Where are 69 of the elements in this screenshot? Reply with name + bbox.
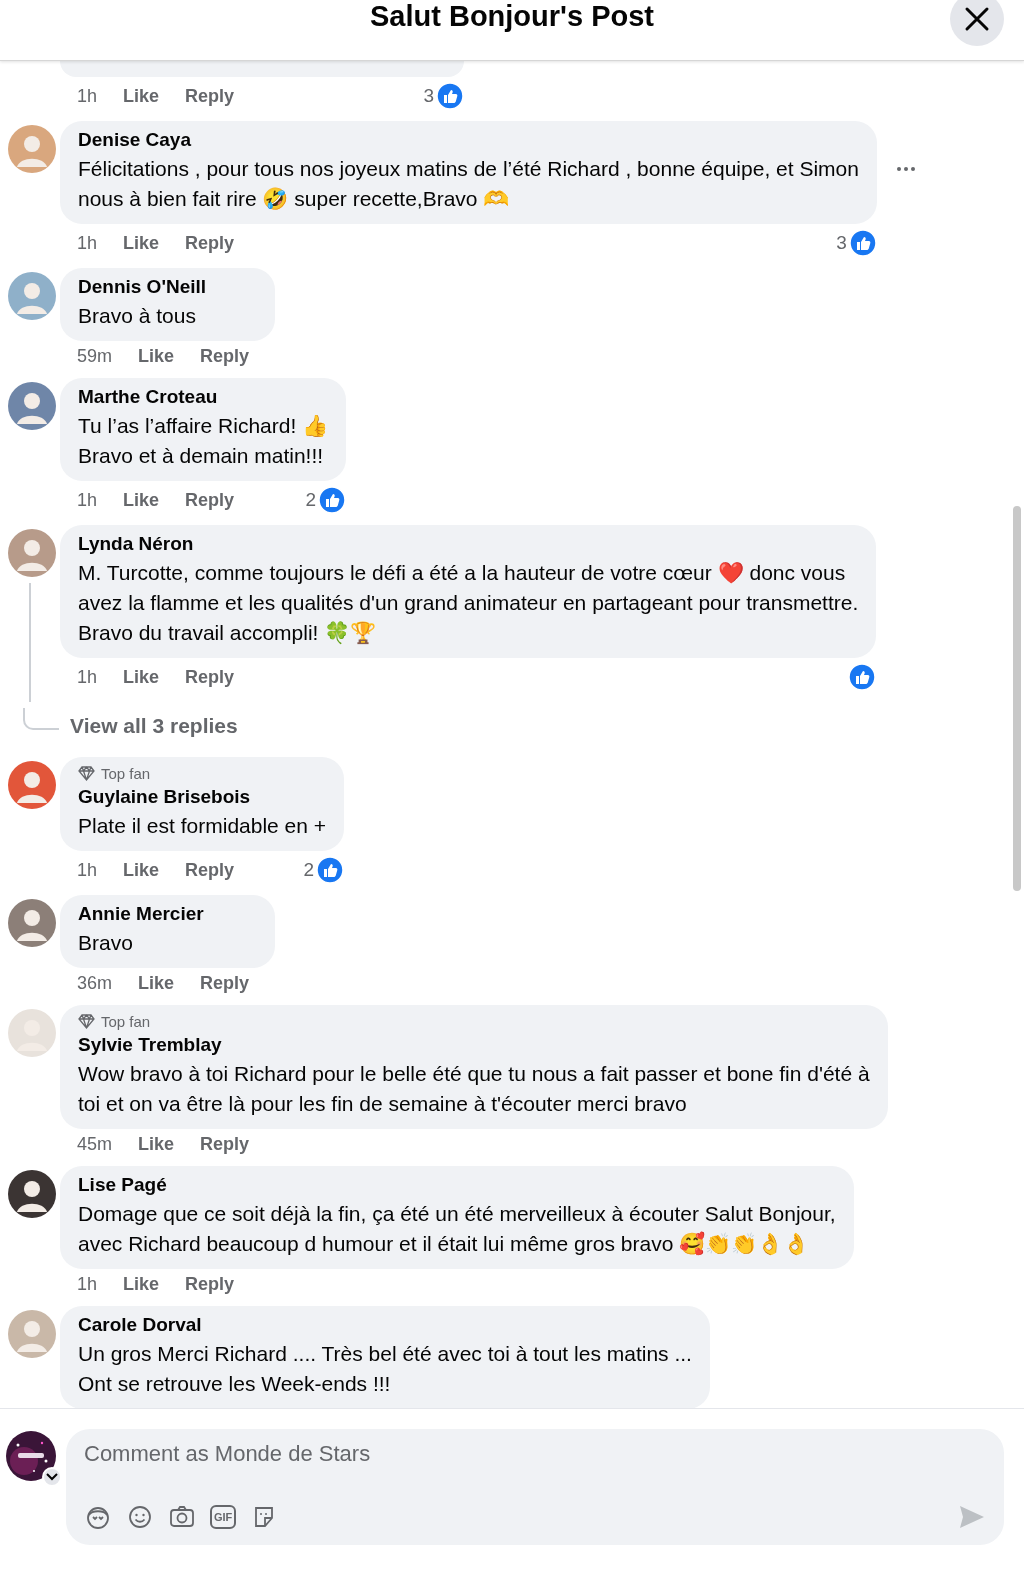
like-icon — [848, 663, 877, 691]
scrollbar[interactable] — [1013, 506, 1021, 891]
comment-text: Domage que ce soit déjà la fin, ça été un été merveilleux à écouter Salut Bonjour, avec Richard beaucoup d humour et il était lui même gros bravo 🥰👏👏👌👌 — [78, 1201, 836, 1258]
diamond-icon — [78, 766, 95, 781]
thread-line — [23, 708, 59, 730]
avatar[interactable] — [8, 1170, 56, 1218]
diamond-icon — [78, 1014, 95, 1029]
like-icon — [318, 486, 347, 514]
comment-time: 1h — [77, 489, 98, 511]
close-icon — [964, 6, 990, 32]
like-button[interactable]: Like — [123, 1274, 160, 1295]
like-button[interactable]: Like — [138, 973, 175, 994]
reply-button[interactable]: Reply — [185, 859, 235, 881]
like-icon — [436, 82, 464, 110]
reply-button[interactable]: Reply — [185, 666, 235, 688]
comment-text: Tu l’as l’affaire Richard! 👍 Bravo et à demain matin!!! — [78, 413, 329, 469]
close-button[interactable] — [950, 0, 1004, 46]
commenter-name[interactable]: Sylvie Tremblay — [78, 1034, 870, 1056]
comment-text: Bravo à tous — [78, 303, 197, 329]
commenter-name[interactable]: Dennis O'Neill — [78, 276, 258, 298]
comment-time: 1h — [77, 85, 98, 107]
comment-field[interactable]: Comment as Monde de Stars GIF — [66, 1429, 1004, 1545]
like-icon — [848, 229, 877, 257]
like-button[interactable]: Like — [138, 346, 175, 367]
top-fan-label: Top fan — [101, 765, 151, 782]
comment-text: Bravo — [78, 930, 134, 956]
comment-text: Félicitations , pour tous nos joyeux matins de l’été Richard , bonne équipe, et Simon nous à bien fait rire 🤣 super recette,Bravo 🫶 — [78, 156, 859, 212]
reaction-count: 2 — [303, 859, 315, 881]
reaction-count: 2 — [305, 489, 317, 511]
like-button[interactable]: Like — [123, 489, 160, 511]
commenter-name[interactable]: Guylaine Brisebois — [78, 786, 327, 808]
reply-button[interactable]: Reply — [200, 346, 250, 367]
reply-button[interactable]: Reply — [185, 232, 235, 254]
reply-button[interactable]: Reply — [200, 1134, 250, 1155]
commenter-name[interactable]: Annie Mercier — [78, 903, 258, 925]
commenter-name[interactable]: Lise Pagé — [78, 1174, 836, 1196]
comment-text: M. Turcotte, comme toujours le défi a été a la hauteur de votre cœur ❤ donc vous avez la flamme et les qualités d'un grand animateur en partageant pour transmettre. Bravo du travail accompli! 🍀🏆 — [78, 560, 859, 646]
gif-button[interactable]: GIF — [210, 1505, 237, 1529]
top-fan-label: Top fan — [101, 1013, 151, 1030]
comment-text: Un gros Merci Richard .... Très bel été avec toi à tout les matins ... Ont se retrouve les Week-ends !!! — [78, 1341, 692, 1397]
comment-time: 1h — [77, 1274, 98, 1295]
reaction-count: 3 — [423, 85, 434, 107]
reply-button[interactable]: Reply — [185, 1274, 235, 1295]
commenter-name[interactable]: Marthe Croteau — [78, 386, 329, 408]
like-button[interactable]: Like — [138, 1134, 175, 1155]
comment-time: 45m — [77, 1134, 112, 1155]
comment-text: Plate il est formidable en + — [78, 813, 327, 839]
commenter-name[interactable]: Denise Caya — [78, 129, 859, 151]
reply-button[interactable]: Reply — [185, 85, 235, 107]
like-button[interactable]: Like — [123, 859, 160, 881]
view-replies-link[interactable]: View all 3 replies — [70, 714, 238, 738]
commenter-name[interactable]: Carole Dorval — [78, 1314, 692, 1336]
post-title: Salut Bonjour's Post — [370, 0, 654, 33]
commenter-name[interactable]: Lynda Néron — [78, 533, 859, 555]
comment-time: 1h — [77, 232, 98, 254]
comment-time: 1h — [77, 666, 98, 688]
comment-text: Wow bravo à toi Richard pour le belle été que tu nous a fait passer et bone fin d'été à toi et on va être là pour les fin de semaine à t'écouter merci bravo — [78, 1061, 870, 1117]
like-icon — [316, 856, 345, 884]
comment-time: 36m — [77, 973, 112, 994]
reaction-count: 3 — [836, 232, 847, 254]
reply-button[interactable]: Reply — [200, 973, 250, 994]
comment-time: 59m — [77, 346, 112, 367]
comment-time: 1h — [77, 859, 98, 881]
reply-button[interactable]: Reply — [185, 489, 235, 511]
like-button[interactable]: Like — [123, 666, 160, 688]
like-button[interactable]: Like — [123, 232, 160, 254]
chevron-down-icon[interactable] — [46, 1473, 58, 1481]
like-button[interactable]: Like — [123, 85, 160, 107]
emoji-icon[interactable] — [126, 1503, 154, 1531]
